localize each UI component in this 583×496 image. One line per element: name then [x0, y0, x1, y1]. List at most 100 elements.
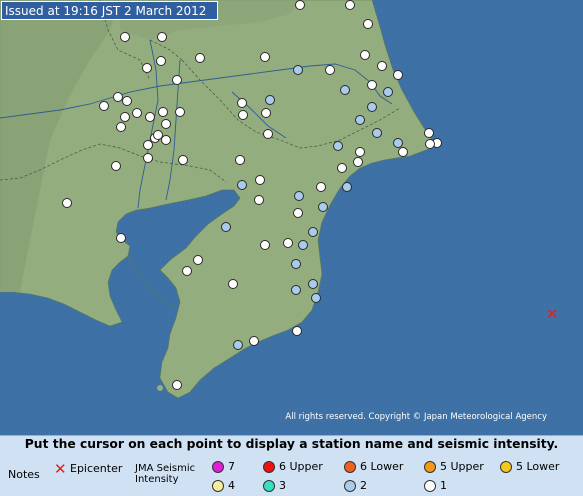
- station-marker-intensity-1[interactable]: [99, 101, 109, 111]
- station-marker-intensity-1[interactable]: [156, 56, 166, 66]
- station-marker-intensity-2[interactable]: [308, 279, 318, 289]
- intensity-legend-dot: [500, 461, 512, 473]
- station-marker-intensity-1[interactable]: [393, 70, 403, 80]
- station-marker-intensity-1[interactable]: [398, 147, 408, 157]
- station-marker-intensity-1[interactable]: [193, 255, 203, 265]
- station-marker-intensity-1[interactable]: [157, 32, 167, 42]
- station-marker-intensity-1[interactable]: [145, 112, 155, 122]
- station-marker-intensity-1[interactable]: [263, 129, 273, 139]
- station-marker-intensity-2[interactable]: [367, 102, 377, 112]
- station-marker-intensity-1[interactable]: [249, 336, 259, 346]
- intensity-legend-label: 4: [228, 479, 235, 492]
- station-marker-intensity-1[interactable]: [153, 130, 163, 140]
- station-marker-intensity-2[interactable]: [291, 259, 301, 269]
- intensity-legend-title: JMA Seismic Intensity: [135, 463, 196, 485]
- instruction-text: Put the cursor on each point to display …: [24, 437, 559, 451]
- station-marker-intensity-1[interactable]: [62, 198, 72, 208]
- station-marker-intensity-2[interactable]: [372, 128, 382, 138]
- station-marker-intensity-1[interactable]: [261, 108, 271, 118]
- station-marker-intensity-2[interactable]: [342, 182, 352, 192]
- epicenter-legend-label: Epicenter: [70, 462, 123, 475]
- station-marker-intensity-1[interactable]: [353, 157, 363, 167]
- station-marker-intensity-1[interactable]: [316, 182, 326, 192]
- intensity-legend-label: 7: [228, 460, 235, 473]
- station-marker-intensity-2[interactable]: [318, 202, 328, 212]
- station-marker-intensity-1[interactable]: [425, 139, 435, 149]
- station-marker-intensity-2[interactable]: [311, 293, 321, 303]
- station-marker-intensity-1[interactable]: [238, 110, 248, 120]
- station-marker-intensity-1[interactable]: [363, 19, 373, 29]
- station-marker-intensity-2[interactable]: [383, 87, 393, 97]
- station-marker-intensity-1[interactable]: [295, 0, 305, 10]
- intensity-legend-dot: [212, 480, 224, 492]
- station-marker-intensity-2[interactable]: [265, 95, 275, 105]
- station-marker-intensity-1[interactable]: [325, 65, 335, 75]
- station-marker-intensity-1[interactable]: [255, 175, 265, 185]
- intensity-legend-dot: [212, 461, 224, 473]
- station-marker-intensity-2[interactable]: [293, 65, 303, 75]
- station-marker-intensity-2[interactable]: [294, 191, 304, 201]
- station-marker-intensity-1[interactable]: [424, 128, 434, 138]
- intensity-legend-label: 1: [440, 479, 447, 492]
- station-marker-intensity-1[interactable]: [142, 63, 152, 73]
- station-marker-intensity-1[interactable]: [235, 155, 245, 165]
- station-marker-intensity-1[interactable]: [345, 0, 355, 10]
- station-marker-intensity-1[interactable]: [111, 161, 121, 171]
- station-marker-intensity-2[interactable]: [355, 115, 365, 125]
- station-marker-intensity-1[interactable]: [195, 53, 205, 63]
- station-marker-intensity-1[interactable]: [143, 140, 153, 150]
- station-marker-intensity-1[interactable]: [355, 147, 365, 157]
- station-marker-intensity-2[interactable]: [233, 340, 243, 350]
- station-marker-intensity-1[interactable]: [228, 279, 238, 289]
- station-marker-intensity-1[interactable]: [182, 266, 192, 276]
- notes-label: Notes: [8, 468, 40, 481]
- intensity-legend-label: 3: [279, 479, 286, 492]
- intensity-legend-label: 5 Lower: [516, 460, 560, 473]
- station-marker-intensity-2[interactable]: [298, 240, 308, 250]
- map: [0, 0, 583, 435]
- station-marker-intensity-1[interactable]: [143, 153, 153, 163]
- station-marker-intensity-2[interactable]: [291, 285, 301, 295]
- station-marker-intensity-2[interactable]: [340, 85, 350, 95]
- station-marker-intensity-1[interactable]: [116, 233, 126, 243]
- station-marker-intensity-1[interactable]: [360, 50, 370, 60]
- station-marker-intensity-2[interactable]: [308, 227, 318, 237]
- station-marker-intensity-1[interactable]: [161, 119, 171, 129]
- station-marker-intensity-1[interactable]: [132, 108, 142, 118]
- intensity-legend-dot: [424, 480, 436, 492]
- intensity-legend-dot: [263, 461, 275, 473]
- epicenter-legend-icon: ✕: [54, 460, 67, 478]
- intensity-legend-label: 6 Upper: [279, 460, 323, 473]
- station-marker-intensity-1[interactable]: [260, 52, 270, 62]
- intensity-legend-label: 6 Lower: [360, 460, 404, 473]
- station-marker-intensity-1[interactable]: [178, 155, 188, 165]
- station-marker-intensity-1[interactable]: [120, 112, 130, 122]
- intensity-legend-label: 2: [360, 479, 367, 492]
- station-marker-intensity-1[interactable]: [292, 326, 302, 336]
- station-marker-intensity-1[interactable]: [254, 195, 264, 205]
- station-marker-intensity-1[interactable]: [367, 80, 377, 90]
- intensity-legend-dot: [344, 480, 356, 492]
- station-marker-intensity-1[interactable]: [293, 208, 303, 218]
- epicenter-marker: ✕: [546, 305, 559, 323]
- station-marker-intensity-2[interactable]: [333, 141, 343, 151]
- station-marker-intensity-1[interactable]: [158, 107, 168, 117]
- station-marker-intensity-2[interactable]: [237, 180, 247, 190]
- station-marker-intensity-1[interactable]: [172, 75, 182, 85]
- station-marker-intensity-1[interactable]: [122, 96, 132, 106]
- issued-timestamp: Issued at 19:16 JST 2 March 2012: [1, 1, 218, 20]
- station-marker-intensity-2[interactable]: [221, 222, 231, 232]
- intensity-legend-label: 5 Upper: [440, 460, 484, 473]
- station-marker-intensity-1[interactable]: [175, 107, 185, 117]
- station-marker-intensity-1[interactable]: [237, 98, 247, 108]
- station-marker-intensity-1[interactable]: [120, 32, 130, 42]
- station-marker-intensity-1[interactable]: [377, 61, 387, 71]
- station-marker-intensity-1[interactable]: [283, 238, 293, 248]
- station-marker-intensity-1[interactable]: [172, 380, 182, 390]
- station-marker-intensity-1[interactable]: [260, 240, 270, 250]
- islands: [157, 385, 163, 391]
- copyright-notice: All rights reserved. Copyright © Japan M…: [285, 412, 547, 422]
- station-marker-intensity-1[interactable]: [337, 163, 347, 173]
- intensity-legend-dot: [263, 480, 275, 492]
- station-marker-intensity-1[interactable]: [116, 122, 126, 132]
